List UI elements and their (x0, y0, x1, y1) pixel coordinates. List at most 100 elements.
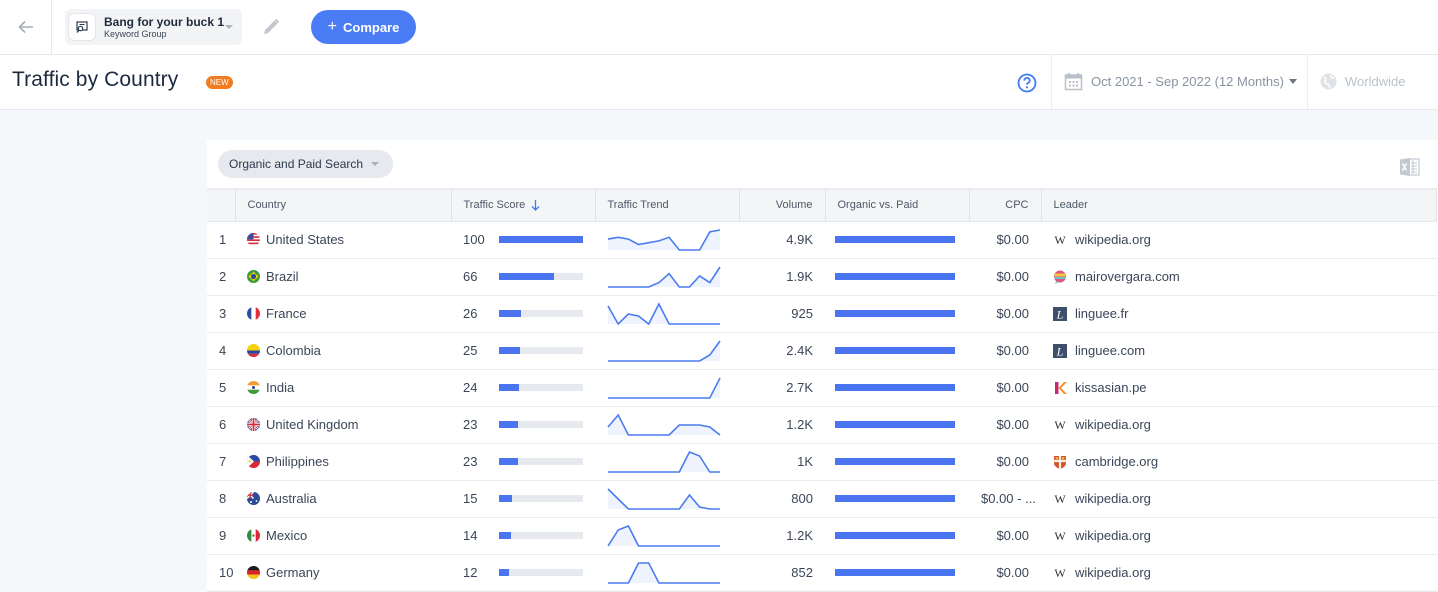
date-range-selector[interactable]: Oct 2021 - Sep 2022 (12 Months) (1064, 72, 1297, 91)
divider (1051, 55, 1052, 109)
cpc: $0.00 (996, 232, 1029, 247)
country-name[interactable]: Colombia (266, 343, 321, 358)
table-row[interactable]: 6 United Kingdom 23 1.2K $0.00 Wwikipedia.org (207, 406, 1437, 443)
leader-domain[interactable]: cambridge.org (1075, 454, 1158, 469)
table-row[interactable]: 4 Colombia 25 2.4K $0.00 Llinguee.com (207, 332, 1437, 369)
flag-au-icon (247, 492, 260, 505)
filter-label: Organic and Paid Search (229, 157, 364, 171)
traffic-trend-sparkline (607, 301, 720, 325)
table-row[interactable]: 2 Brazil 66 1.9K $0.00 mairovergara.com (207, 258, 1437, 295)
country-name[interactable]: Philippines (266, 454, 329, 469)
wikipedia-icon: W (1053, 418, 1067, 432)
column-header-cpc[interactable]: CPC (969, 188, 1042, 222)
pencil-icon (264, 18, 280, 34)
leader-domain[interactable]: wikipedia.org (1075, 232, 1151, 247)
traffic-score-bar-fill (499, 569, 510, 576)
chevron-down-icon (225, 25, 233, 29)
help-button[interactable] (1017, 73, 1037, 98)
country-name[interactable]: United Kingdom (266, 417, 359, 432)
question-circle-icon (1017, 73, 1037, 93)
table-row[interactable]: 5 India 24 2.7K $0.00 kissasian.pe (207, 369, 1437, 406)
svg-text:W: W (1054, 531, 1066, 541)
column-header-traffic-trend[interactable]: Traffic Trend (595, 188, 740, 222)
column-header-traffic-score[interactable]: Traffic Score (451, 188, 596, 222)
column-header-country[interactable]: Country (235, 188, 452, 222)
leader-domain[interactable]: linguee.fr (1075, 306, 1128, 321)
traffic-score-bar-fill (499, 236, 583, 243)
rank: 2 (219, 269, 227, 284)
sparkline-area (608, 562, 720, 583)
table-row[interactable]: 9 Mexico 14 1.2K $0.00 Wwikipedia.org (207, 517, 1437, 554)
table-row[interactable]: 10 Germany 12 852 $0.00 Wwikipedia.org (207, 554, 1437, 591)
leader-domain[interactable]: wikipedia.org (1075, 565, 1151, 580)
globe-icon (1320, 73, 1337, 90)
keyword-group-selector[interactable]: Bang for your buck 1 Keyword Group (65, 9, 242, 45)
rank: 4 (219, 343, 227, 358)
country-name[interactable]: Australia (266, 491, 317, 506)
organic-vs-paid-bar (835, 347, 955, 354)
rank: 5 (219, 380, 227, 395)
keyword-group-subtitle: Keyword Group (104, 28, 167, 39)
traffic-score: 24 (463, 380, 478, 395)
sparkline-line (607, 487, 720, 510)
country-name[interactable]: France (266, 306, 306, 321)
volume: 852 (791, 565, 813, 580)
traffic-trend-sparkline (608, 340, 721, 362)
leader-domain[interactable]: wikipedia.org (1075, 417, 1151, 432)
traffic-score-bar-fill (499, 384, 520, 391)
search-type-filter[interactable]: Organic and Paid Search (218, 150, 394, 178)
country-name[interactable]: Brazil (266, 269, 299, 284)
traffic-trend-sparkline (607, 487, 720, 510)
excel-export-icon (1400, 158, 1420, 176)
leader-domain[interactable]: wikipedia.org (1075, 491, 1151, 506)
back-button[interactable] (0, 0, 52, 54)
edit-button[interactable] (261, 17, 281, 42)
traffic-score-bar (499, 273, 583, 280)
table-row[interactable]: 1 United States 100 4.9K $0.00 Wwikipedia.org (207, 221, 1437, 258)
flag-de-icon (247, 566, 260, 579)
leader-domain[interactable]: wikipedia.org (1075, 528, 1151, 543)
calendar-icon (1064, 73, 1083, 91)
traffic-trend-sparkline (608, 377, 721, 399)
traffic-score: 100 (463, 232, 485, 247)
geo-selector[interactable]: Worldwide (1320, 73, 1405, 90)
column-header-organic-vs-paid[interactable]: Organic vs. Paid (825, 188, 970, 222)
leader-domain[interactable]: mairovergara.com (1075, 269, 1180, 284)
traffic-score: 66 (463, 269, 478, 284)
volume: 1K (797, 454, 813, 469)
sparkline-area (608, 229, 720, 250)
organic-vs-paid-bar (835, 310, 955, 317)
date-range-label: Oct 2021 - Sep 2022 (12 Months) (1091, 74, 1284, 89)
column-header-leader[interactable]: Leader (1041, 188, 1437, 222)
compare-button[interactable]: + Compare (311, 10, 416, 44)
traffic-score: 23 (463, 417, 478, 432)
traffic-score-bar (499, 495, 583, 502)
volume: 2.4K (786, 343, 813, 358)
sparkline-line (608, 377, 721, 399)
flag-co-icon (247, 344, 260, 357)
sparkline-area (608, 266, 720, 287)
country-name[interactable]: Germany (266, 565, 319, 580)
rank: 10 (219, 565, 234, 580)
volume: 800 (791, 491, 813, 506)
column-header-volume[interactable]: Volume (739, 188, 826, 222)
table-row[interactable]: 8 Australia 15 800 $0.00 - ... Wwikipedia.org (207, 480, 1437, 517)
organic-vs-paid-bar (835, 384, 955, 391)
plus-icon: + (327, 18, 337, 35)
organic-vs-paid-bar (835, 236, 955, 243)
table-row[interactable]: 3 France 26 925 $0.00 Llinguee.fr (207, 295, 1437, 332)
organic-vs-paid-bar (835, 421, 955, 428)
svg-text:W: W (1054, 568, 1066, 578)
new-badge: NEW (206, 76, 233, 89)
leader-domain[interactable]: linguee.com (1075, 343, 1145, 358)
leader-domain[interactable]: kissasian.pe (1075, 380, 1147, 395)
export-excel-button[interactable] (1399, 157, 1421, 182)
traffic-score-bar (499, 421, 583, 428)
rank: 8 (219, 491, 227, 506)
traffic-score-bar (499, 569, 583, 576)
traffic-score-bar-fill (499, 458, 519, 465)
table-row[interactable]: 7 Philippines 23 1K $0.00 cambridge.org (207, 443, 1437, 480)
country-name[interactable]: India (266, 380, 294, 395)
country-name[interactable]: Mexico (266, 528, 307, 543)
country-name[interactable]: United States (266, 232, 344, 247)
